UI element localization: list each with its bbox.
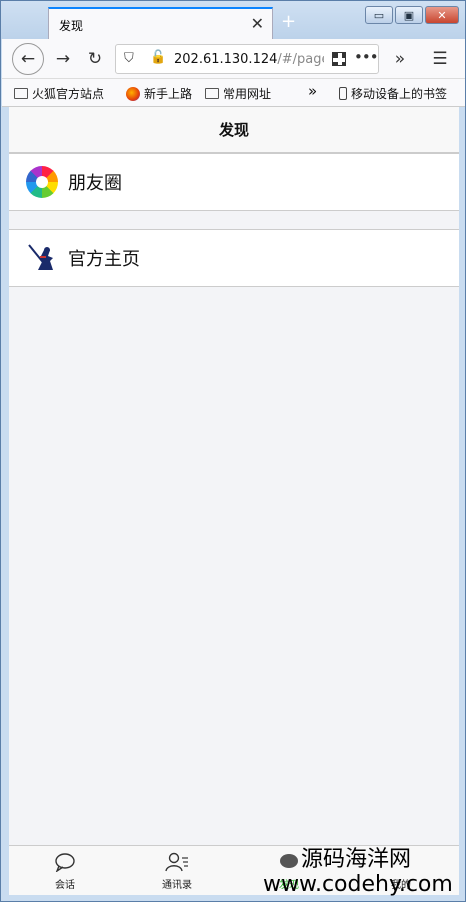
watermark-url: www.codehy.com: [263, 872, 453, 897]
bookmark-label: 移动设备上的书签: [351, 87, 448, 101]
page-actions-icon[interactable]: •••: [354, 48, 379, 66]
tab-title: 发现: [59, 19, 84, 33]
tab-chat[interactable]: 会话: [25, 850, 105, 891]
folder-icon: [14, 88, 28, 99]
new-tab-button[interactable]: +: [281, 11, 296, 32]
tab-close-icon[interactable]: ✕: [251, 14, 264, 33]
bookmarks-overflow-icon[interactable]: »: [308, 82, 317, 100]
qr-code-icon[interactable]: [332, 52, 346, 66]
bookmark-label: 火狐官方站点: [32, 87, 105, 101]
watermark-title: 源码海洋网: [301, 847, 412, 872]
tab-label: 通讯录: [162, 880, 192, 891]
list-item-moments[interactable]: 朋友圈: [9, 153, 459, 211]
forward-arrow-icon[interactable]: →: [49, 45, 77, 73]
shield-icon[interactable]: ⛉: [124, 51, 134, 66]
bookmark-label: 常用网址: [223, 87, 272, 101]
reload-icon[interactable]: ↻: [81, 45, 109, 73]
firefox-icon: [126, 86, 140, 101]
page-title: 发现: [9, 107, 459, 153]
ninja-logo-icon: [28, 244, 53, 270]
list-item-homepage[interactable]: 官方主页: [9, 229, 459, 287]
minimize-button[interactable]: ▭: [365, 6, 393, 24]
list-item-label: 朋友圈: [68, 173, 122, 194]
tab-strip: 发现 ✕ + ▭ ▣ ✕: [1, 1, 465, 39]
bookmarks-toolbar: 火狐官方站点 新手上路 常用网址 » 移动设备上的书签: [2, 79, 465, 107]
url-text[interactable]: 202.61.130.124/#/page: [174, 52, 324, 67]
window-controls: ▭ ▣ ✕: [365, 6, 459, 24]
browser-window: 发现 ✕ + ▭ ▣ ✕ ← → ↻ ⛉ 🔓 202.61.130.124/#/…: [0, 0, 466, 902]
tab-label: 会话: [55, 880, 75, 891]
chat-bubble-icon: [25, 850, 105, 874]
tab-contacts[interactable]: 通讯录: [137, 850, 217, 891]
insecure-lock-icon[interactable]: 🔓: [150, 50, 166, 65]
browser-tab[interactable]: 发现 ✕: [48, 7, 273, 39]
moments-pinwheel-icon: [26, 166, 58, 198]
navigation-toolbar: ← → ↻ ⛉ 🔓 202.61.130.124/#/page ••• » ☰: [2, 39, 465, 79]
bookmark-common-sites[interactable]: 常用网址: [205, 85, 271, 102]
folder-icon: [205, 88, 219, 99]
close-window-button[interactable]: ✕: [425, 6, 459, 24]
toolbar-overflow-icon[interactable]: »: [386, 45, 414, 73]
phone-icon: [339, 87, 347, 100]
page-content: 发现 朋友圈 官方主页 会话 通讯录 发现 我的: [9, 107, 459, 895]
list-item-label: 官方主页: [68, 249, 140, 270]
url-bar[interactable]: ⛉ 🔓 202.61.130.124/#/page •••: [115, 44, 379, 74]
hamburger-menu-icon[interactable]: ☰: [426, 45, 454, 73]
watermark: 源码海洋网 www.codehy.com: [263, 847, 463, 897]
url-host: 202.61.130.124: [174, 52, 278, 67]
bookmark-mobile[interactable]: 移动设备上的书签: [339, 85, 447, 102]
back-arrow-icon[interactable]: ←: [12, 43, 44, 75]
contacts-icon: [137, 850, 217, 874]
bookmark-label: 新手上路: [144, 87, 193, 101]
maximize-button[interactable]: ▣: [395, 6, 423, 24]
url-path: /#/page: [277, 52, 324, 67]
bookmark-getting-started[interactable]: 新手上路: [126, 85, 192, 102]
bookmark-firefox-site[interactable]: 火狐官方站点: [14, 85, 104, 102]
